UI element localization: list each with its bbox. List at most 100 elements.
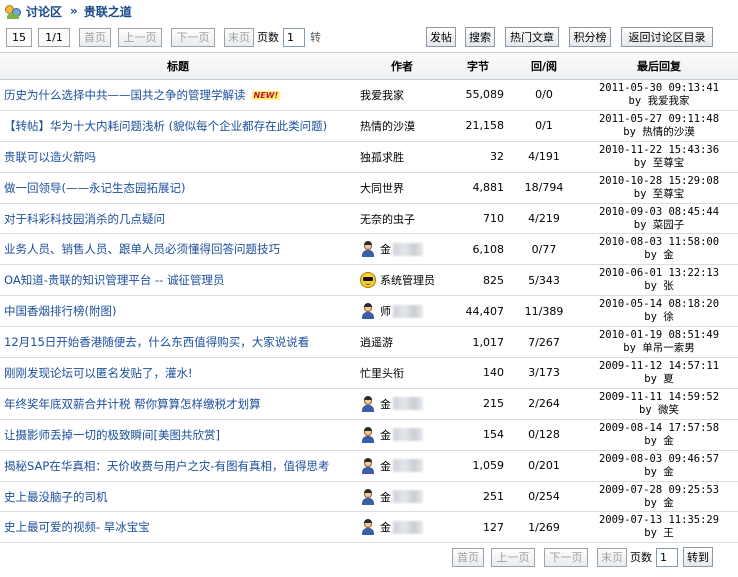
bytes-cell: 215 bbox=[483, 397, 504, 411]
bottom-toolbar: 首页 上一页 下一页 末页 页数 1 转到 bbox=[0, 546, 738, 568]
author-name[interactable]: 独孤求胜 bbox=[360, 149, 404, 165]
post-button[interactable]: 发帖 bbox=[426, 27, 456, 47]
author-name[interactable]: 师 bbox=[380, 303, 391, 319]
author-name[interactable]: 金 bbox=[380, 489, 391, 505]
topic-title-cell: 年终奖年底双薪合并计税 帮你算算怎样缴税才划算 bbox=[0, 396, 356, 412]
next-page-button[interactable]: 下一页 bbox=[171, 27, 215, 47]
topic-title-link[interactable]: 【转帖】华为十大内耗问题浅析 (貌似每个企业都存在此类问题) bbox=[4, 119, 327, 133]
reply-view-cell: 0/128 bbox=[528, 428, 560, 442]
table-header: 标题 作者 字节 回/阅 最后回复 bbox=[0, 53, 738, 80]
last-reply-time: 2009-11-12 14:57:11 bbox=[598, 359, 720, 372]
last-reply-by[interactable]: by 菜园子 bbox=[580, 219, 738, 232]
last-reply-by[interactable]: by 单吊一索男 bbox=[580, 342, 738, 355]
last-reply-by[interactable]: by 夏 bbox=[580, 373, 738, 386]
author-name[interactable]: 逍遥游 bbox=[360, 334, 393, 350]
last-reply-cell: 2010-11-22 15:43:36 by 至尊宝 bbox=[580, 144, 738, 170]
topic-title-link[interactable]: 史上最没脑子的司机 bbox=[4, 490, 108, 504]
author-name[interactable]: 金 bbox=[380, 458, 391, 474]
per-page-select[interactable]: 15 bbox=[6, 27, 32, 47]
last-reply-by[interactable]: by 至尊宝 bbox=[580, 188, 738, 201]
author-cell: 逍遥游 bbox=[356, 334, 448, 350]
author-name[interactable]: 金 bbox=[380, 427, 391, 443]
last-reply-by[interactable]: by 徐 bbox=[580, 311, 738, 324]
author-name[interactable]: 我爱我家 bbox=[360, 87, 404, 103]
author-name[interactable]: 忙里头衔 bbox=[360, 365, 404, 381]
topic-title-cell: OA知道-贵联的知识管理平台 -- 诚征管理员 bbox=[0, 272, 356, 288]
user-avatar-icon bbox=[360, 457, 376, 474]
bottom-first-page-button[interactable]: 首页 bbox=[452, 547, 484, 567]
reply-view-cell: 4/219 bbox=[528, 212, 560, 225]
last-reply-by[interactable]: by 热情的沙漠 bbox=[580, 126, 738, 139]
author-name[interactable]: 金 bbox=[380, 519, 391, 535]
last-reply-time: 2011-05-27 09:11:48 bbox=[598, 112, 720, 125]
topic-title-link[interactable]: 做一回领导(——永记生态园拓展记) bbox=[4, 181, 185, 195]
topic-title-link[interactable]: 12月15日开始香港随便去，什么东西值得购买，大家说说看 bbox=[4, 335, 309, 349]
last-reply-by[interactable]: by 金 bbox=[580, 497, 738, 510]
author-name[interactable]: 大同世界 bbox=[360, 180, 404, 196]
topic-title-link[interactable]: 刚刚发现论坛可以匿名发贴了，灌水! bbox=[4, 366, 193, 380]
topic-title-link[interactable]: 让摄影师丢掉一切的极致瞬间[美图共欣赏] bbox=[4, 428, 220, 442]
topic-table: 标题 作者 字节 回/阅 最后回复 历史为什么选择中共——国共之争的管理学解读 N… bbox=[0, 52, 738, 544]
bottom-jump-button[interactable]: 转到 bbox=[683, 547, 713, 567]
prev-page-button[interactable]: 上一页 bbox=[118, 27, 162, 47]
topic-title-link[interactable]: 对于科彩科技园消杀的几点疑问 bbox=[4, 212, 165, 226]
author-cell: 金 bbox=[356, 457, 448, 474]
ranking-button[interactable]: 积分榜 bbox=[569, 27, 611, 47]
last-reply-by[interactable]: by 金 bbox=[580, 466, 738, 479]
user-avatar-icon bbox=[360, 426, 376, 443]
author-name[interactable]: 金 bbox=[380, 241, 391, 257]
hot-articles-button[interactable]: 热门文章 bbox=[505, 27, 559, 47]
col-reply-view-header: 回/阅 bbox=[530, 60, 558, 73]
first-page-button[interactable]: 首页 bbox=[79, 27, 111, 47]
table-row: 12月15日开始香港随便去，什么东西值得购买，大家说说看 逍遥游 1,017 7/26… bbox=[0, 327, 738, 359]
topic-title-link[interactable]: 贵联可以造火箭吗 bbox=[4, 150, 96, 164]
last-reply-time: 2010-08-03 11:58:00 bbox=[598, 236, 720, 249]
author-name[interactable]: 金 bbox=[380, 396, 391, 412]
sunglasses-smiley-icon bbox=[360, 272, 376, 289]
bottom-last-page-button[interactable]: 末页 bbox=[597, 547, 627, 567]
topic-title-link[interactable]: 业务人员、销售人员、跟单人员必须懂得回答问题技巧 bbox=[4, 242, 280, 256]
last-reply-by[interactable]: by 我爱我家 bbox=[580, 95, 738, 108]
last-reply-by[interactable]: by 金 bbox=[580, 435, 738, 448]
topic-title-link[interactable]: 历史为什么选择中共——国共之争的管理学解读 bbox=[4, 88, 246, 102]
bottom-page-number-input[interactable]: 1 bbox=[656, 547, 678, 567]
topic-title-link[interactable]: 史上最可爱的视频- 旱冰宝宝 bbox=[4, 520, 150, 534]
reply-view-cell: 0/1 bbox=[535, 119, 553, 133]
last-reply-by[interactable]: by 微笑 bbox=[580, 404, 738, 417]
last-page-button[interactable]: 末页 bbox=[224, 27, 254, 47]
last-reply-by[interactable]: by 王 bbox=[580, 527, 738, 540]
last-reply-cell: 2009-08-03 09:46:57 by 金 bbox=[580, 453, 738, 479]
last-reply-by[interactable]: by 张 bbox=[580, 280, 738, 293]
bottom-next-page-button[interactable]: 下一页 bbox=[544, 547, 588, 567]
reply-view-cell: 4/191 bbox=[528, 150, 560, 164]
breadcrumb-current[interactable]: 贵联之道 bbox=[84, 3, 132, 20]
bytes-cell: 140 bbox=[483, 366, 504, 380]
author-name[interactable]: 系统管理员 bbox=[380, 272, 435, 288]
topic-title-link[interactable]: 中国香烟排行榜(附图) bbox=[4, 304, 116, 318]
breadcrumb-root-link[interactable]: 讨论区 bbox=[26, 3, 62, 20]
author-cell: 师 bbox=[356, 303, 448, 320]
col-bytes-header: 字节 bbox=[467, 60, 489, 73]
topic-title-link[interactable]: 年终奖年底双薪合并计税 帮你算算怎样缴税才划算 bbox=[4, 397, 261, 411]
table-row: 历史为什么选择中共——国共之争的管理学解读 NEW! 我爱我家 55,089 0/0 20… bbox=[0, 80, 738, 111]
bytes-cell: 1,059 bbox=[472, 459, 505, 473]
reply-view-cell: 0/254 bbox=[528, 490, 560, 504]
page-number-input[interactable]: 1 bbox=[283, 27, 305, 47]
jump-button-partial[interactable]: 转 bbox=[310, 28, 321, 47]
table-row: 史上最没脑子的司机 金 251 0/254 2009-07-28 09:25:53 by … bbox=[0, 482, 738, 513]
last-reply-cell: 2009-08-14 17:57:58 by 金 bbox=[580, 422, 738, 448]
back-to-forum-list-button[interactable]: 返回讨论区目录 bbox=[621, 27, 713, 47]
author-name[interactable]: 无奈的虫子 bbox=[360, 211, 415, 227]
topic-title-link[interactable]: OA知道-贵联的知识管理平台 -- 诚征管理员 bbox=[4, 273, 224, 287]
last-reply-by[interactable]: by 金 bbox=[580, 249, 738, 262]
author-name[interactable]: 热情的沙漠 bbox=[360, 118, 415, 134]
reply-view-cell: 1/269 bbox=[528, 520, 560, 534]
search-button[interactable]: 搜索 bbox=[465, 27, 495, 47]
topic-title-link[interactable]: 揭秘SAP在华真相：天价收费与用户之灾-有图有真相，值得思考 bbox=[4, 459, 329, 473]
last-reply-by[interactable]: by 至尊宝 bbox=[580, 157, 738, 170]
author-cell: 系统管理员 bbox=[356, 272, 448, 289]
topic-title-cell: 【转帖】华为十大内耗问题浅析 (貌似每个企业都存在此类问题) bbox=[0, 118, 356, 134]
bytes-cell: 21,158 bbox=[465, 119, 505, 133]
bottom-prev-page-button[interactable]: 上一页 bbox=[491, 547, 535, 567]
last-reply-cell: 2010-09-03 08:45:44 by 菜园子 bbox=[580, 206, 738, 232]
